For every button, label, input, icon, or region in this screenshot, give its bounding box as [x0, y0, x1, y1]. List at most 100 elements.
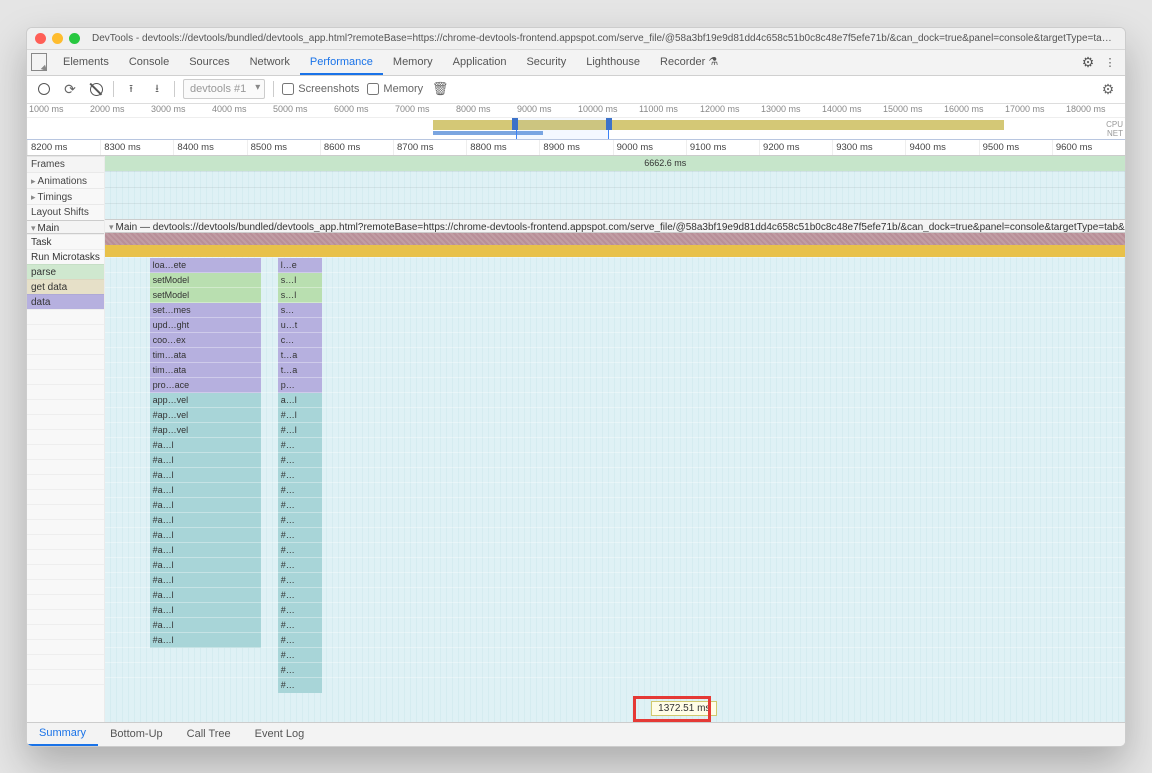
flame-row[interactable]: #…	[105, 662, 1125, 677]
flame-row[interactable]: #a…l#…	[105, 437, 1125, 452]
flame-bar[interactable]: #a…l	[150, 453, 261, 468]
flame-bar[interactable]: #a…l	[150, 618, 261, 633]
overview-selection[interactable]	[516, 118, 609, 140]
flame-bar[interactable]: set…mes	[150, 303, 261, 318]
flame-row[interactable]: #…	[105, 647, 1125, 662]
flame-bar[interactable]: #a…l	[150, 543, 261, 558]
flamechart-area[interactable]: FramesAnimationsTimingsLayout ShiftsMain…	[27, 156, 1125, 722]
flame-bar[interactable]: #…	[278, 633, 323, 648]
tab-recorder[interactable]: Recorder ⚗	[650, 49, 728, 75]
flame-bar[interactable]: t…a	[278, 363, 323, 378]
flamechart-lanes[interactable]: 6662.6 msMain — devtools://devtools/bund…	[105, 156, 1125, 722]
animations-lane[interactable]	[105, 171, 1125, 187]
flame-row[interactable]: upd…ghtu…t	[105, 317, 1125, 332]
flame-bar[interactable]: #a…l	[150, 498, 261, 513]
memory-checkbox[interactable]: Memory	[367, 83, 423, 95]
btab-call-tree[interactable]: Call Tree	[175, 722, 243, 746]
track-main-header[interactable]: Main — devtools://devtools/bundled/devto…	[105, 219, 1125, 233]
more-menu-icon[interactable]: ⋮	[1099, 51, 1121, 73]
task-lane[interactable]	[105, 233, 1125, 245]
flame-bar[interactable]: coo…ex	[150, 333, 261, 348]
flame-bar[interactable]: #…l	[278, 423, 323, 438]
flame-row[interactable]: pro…ace p…	[105, 377, 1125, 392]
flame-row[interactable]: #a…l #…	[105, 587, 1125, 602]
flame-bar[interactable]: #a…l	[150, 588, 261, 603]
flame-bar[interactable]: #…l	[278, 408, 323, 423]
flame-bar[interactable]: #…	[278, 453, 323, 468]
flame-bar[interactable]: setModel	[150, 288, 261, 303]
flame-row[interactable]: #a…l #…	[105, 617, 1125, 632]
timeline-overview[interactable]: 1000 ms2000 ms3000 ms4000 ms5000 ms6000 …	[27, 104, 1125, 140]
save-profile-button[interactable]: ⭳	[148, 80, 166, 98]
btab-summary[interactable]: Summary	[27, 722, 98, 746]
tab-elements[interactable]: Elements	[53, 49, 119, 75]
tab-security[interactable]: Security	[516, 49, 576, 75]
flame-bar[interactable]: #a…l	[150, 558, 261, 573]
tab-network[interactable]: Network	[240, 49, 300, 75]
flame-bar[interactable]: t…a	[278, 348, 323, 363]
flame-bar[interactable]: tim…ata	[150, 348, 261, 363]
flame-row[interactable]: loa…etel…e	[105, 257, 1125, 272]
flame-row[interactable]: #a…l#…	[105, 497, 1125, 512]
flame-bar[interactable]: #…	[278, 678, 323, 693]
task-label[interactable]: Task	[27, 234, 104, 249]
flame-bar[interactable]: loa…ete	[150, 258, 261, 273]
flame-row[interactable]: setModel s…l	[105, 287, 1125, 302]
window-minimize-button[interactable]	[52, 33, 63, 44]
flame-row[interactable]: setModels…l	[105, 272, 1125, 287]
flame-row[interactable]: #ap…vel #…l	[105, 407, 1125, 422]
flame-row[interactable]: #a…l#…	[105, 632, 1125, 647]
tab-application[interactable]: Application	[443, 49, 517, 75]
flame-row[interactable]: #a…l#…	[105, 527, 1125, 542]
flame-bar[interactable]: upd…ght	[150, 318, 261, 333]
flame-bar[interactable]: p…	[278, 378, 323, 393]
flame-bar[interactable]: pro…ace	[150, 378, 261, 393]
tab-performance[interactable]: Performance	[300, 49, 383, 75]
flame-bar[interactable]: #…	[278, 573, 323, 588]
flame-bar[interactable]: #ap…vel	[150, 408, 261, 423]
flame-bar[interactable]: #…	[278, 558, 323, 573]
settings-gear-icon[interactable]: ⚙	[1077, 51, 1099, 73]
flame-row[interactable]: app…vela…l	[105, 392, 1125, 407]
flame-row[interactable]: tim…atat…a	[105, 362, 1125, 377]
flame-bar[interactable]: #…	[278, 513, 323, 528]
overview-body[interactable]: CPU NET	[27, 118, 1125, 140]
flame-bar[interactable]: c…	[278, 333, 323, 348]
flame-row[interactable]: #a…l #…	[105, 572, 1125, 587]
flame-bar[interactable]: app…vel	[150, 393, 261, 408]
flame-bar[interactable]: #…	[278, 483, 323, 498]
track-timings-header[interactable]: Timings	[27, 188, 104, 204]
flame-row[interactable]: #…	[105, 677, 1125, 692]
overview-handle-left[interactable]	[512, 118, 518, 130]
reload-record-button[interactable]: ⟳	[61, 80, 79, 98]
inspect-element-icon[interactable]	[31, 51, 53, 73]
microtasks-label[interactable]: Run Microtasks	[27, 249, 104, 264]
flame-bar[interactable]: s…l	[278, 273, 323, 288]
microtasks-lane[interactable]	[105, 245, 1125, 257]
flame-row[interactable]: #a…l #…	[105, 452, 1125, 467]
flame-bar[interactable]: #…	[278, 663, 323, 678]
flame-row[interactable]: #a…l #…	[105, 557, 1125, 572]
tab-lighthouse[interactable]: Lighthouse	[576, 49, 650, 75]
screenshots-checkbox[interactable]: Screenshots	[282, 83, 359, 95]
flame-bar[interactable]: #…	[278, 543, 323, 558]
flame-bar[interactable]: #a…l	[150, 438, 261, 453]
btab-event-log[interactable]: Event Log	[243, 722, 317, 746]
overview-handle-right[interactable]	[606, 118, 612, 130]
flame-row[interactable]: #a…l#…	[105, 467, 1125, 482]
flame-row[interactable]: tim…ata t…a	[105, 347, 1125, 362]
flame-bar[interactable]: #…	[278, 588, 323, 603]
record-button[interactable]	[35, 80, 53, 98]
flame-bar[interactable]: #a…l	[150, 468, 261, 483]
flame-bar[interactable]: #…	[278, 618, 323, 633]
flame-bar[interactable]: #…	[278, 648, 323, 663]
flame-row[interactable]: #a…l#…	[105, 512, 1125, 527]
flame-bar[interactable]: #a…l	[150, 528, 261, 543]
flame-row[interactable]: coo…ex c…	[105, 332, 1125, 347]
flame-bar[interactable]: #a…l	[150, 573, 261, 588]
layoutshifts-lane[interactable]	[105, 203, 1125, 219]
flame-row[interactable]: #a…l#…	[105, 482, 1125, 497]
flame-bar[interactable]: s…l	[278, 288, 323, 303]
tab-sources[interactable]: Sources	[179, 49, 239, 75]
detail-ruler[interactable]: 8200 ms8300 ms8400 ms8500 ms8600 ms8700 …	[27, 140, 1125, 156]
